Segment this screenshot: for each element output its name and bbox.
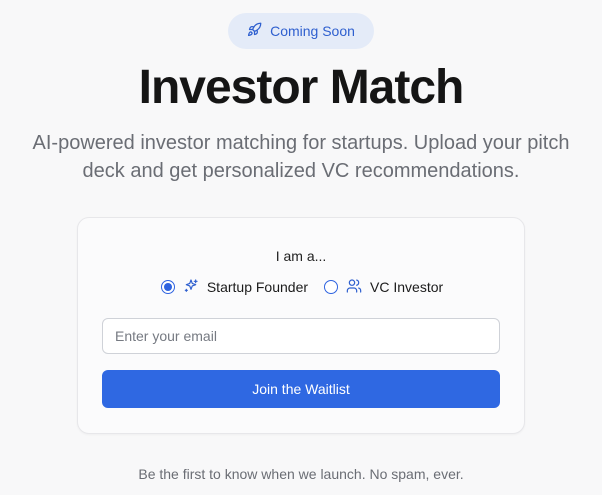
waitlist-card: I am a... Startup Founder VC Investor En…	[77, 217, 525, 434]
role-label-vc-investor: VC Investor	[370, 279, 444, 295]
role-label-startup-founder: Startup Founder	[206, 279, 309, 295]
startup-founder-radio[interactable]	[160, 280, 175, 294]
users-icon	[346, 278, 362, 297]
role-radio-group: Startup Founder VC Investor	[102, 276, 502, 298]
role-option-startup-founder[interactable]: Startup Founder	[160, 278, 309, 297]
footer-note: Be the first to know when we launch. No …	[138, 466, 464, 482]
page-subtitle: AI-powered investor matching for startup…	[32, 132, 570, 182]
email-input[interactable]	[102, 318, 500, 354]
landing-page: Coming Soon Investor Match AI-powered in…	[0, 0, 602, 495]
sparkles-icon	[183, 278, 199, 297]
vc-investor-radio[interactable]	[324, 280, 339, 294]
role-prompt: I am a...	[275, 248, 327, 264]
join-waitlist-button[interactable]: Join the Waitlist	[102, 370, 500, 408]
coming-soon-badge: Coming Soon	[228, 13, 374, 49]
badge-label: Coming Soon	[270, 23, 355, 39]
page-title: Investor Match	[138, 61, 465, 114]
role-option-vc-investor[interactable]: VC Investor	[324, 278, 443, 297]
rocket-icon	[247, 22, 262, 40]
